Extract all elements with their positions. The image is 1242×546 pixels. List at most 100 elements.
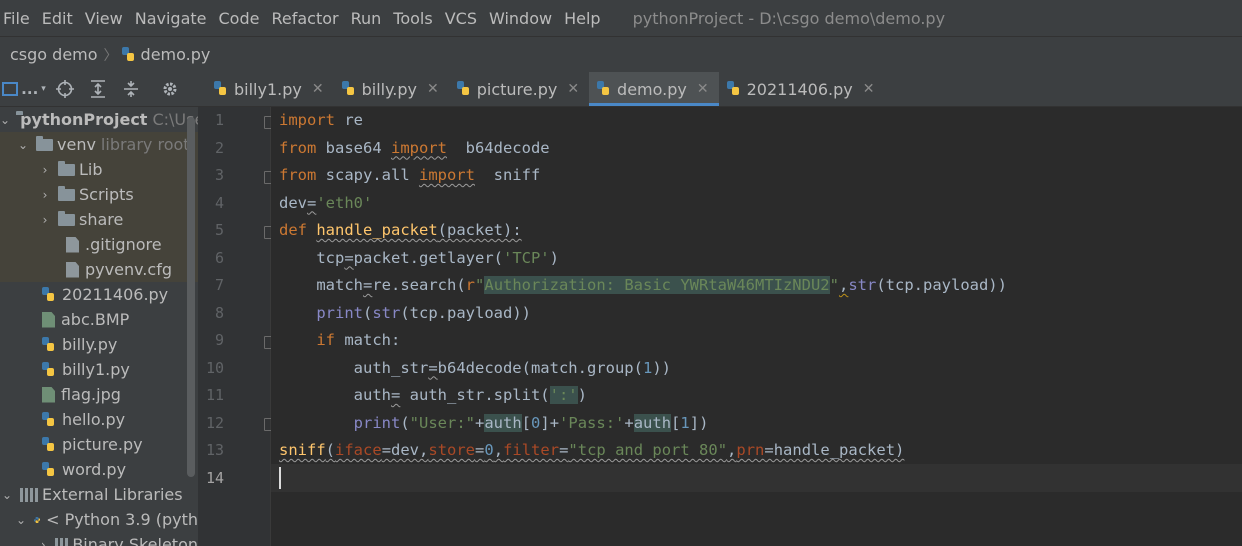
tree-item-label: picture.py [62,435,143,454]
tree-root[interactable]: ⌄ pythonProject C:\Use [0,107,198,132]
code-line-10[interactable]: auth_str=b64decode(match.group(1)) [279,355,671,383]
close-icon[interactable]: ✕ [863,81,875,97]
close-icon[interactable]: ✕ [427,81,439,97]
code-line-6[interactable]: tcp=packet.getlayer('TCP') [279,245,559,273]
python-file-icon [42,286,54,301]
tree-item-scripts[interactable]: › Scripts [0,182,198,207]
line-number: 8 [214,303,224,322]
menu-tools[interactable]: Tools [389,9,440,28]
tree-item-label: pyvenv.cfg [85,260,172,279]
project-scrollbar[interactable] [187,117,195,477]
line-number: 4 [214,193,224,212]
breadcrumb-file[interactable]: demo.py [118,45,211,64]
tree-item-word[interactable]: word.py [0,457,198,482]
menu-run[interactable]: Run [347,9,390,28]
gear-icon[interactable] [153,72,186,106]
ignored-file-icon [66,236,79,253]
chevron-down-icon: ⌄ [0,112,11,127]
menu-window[interactable]: Window [485,9,560,28]
breadcrumb-file-label: demo.py [140,45,211,64]
tree-python-sdk[interactable]: ⌄ < Python 3.9 (pyth [0,507,198,532]
tree-item-billy[interactable]: billy.py [0,332,198,357]
tree-item-flag[interactable]: flag.jpg [0,382,198,407]
python-icon [34,516,41,523]
code-line-4[interactable]: dev='eth0' [279,190,372,218]
folder-icon [58,160,75,176]
line-number: 2 [214,138,224,157]
line-number: 5 [214,221,224,239]
line-number: 7 [214,276,224,294]
tree-item-label: Lib [79,160,103,179]
breadcrumb: csgo demo 〉 demo.py [0,36,1242,73]
tree-item-billy1[interactable]: billy1.py [0,357,198,382]
code-line-12[interactable]: print("User:"+auth[0]+'Pass:'+auth[1]) [279,410,708,438]
tree-item-label: abc.BMP [61,310,130,329]
code-line-9[interactable]: if match: [279,327,400,355]
code-editor[interactable]: import re from base64 import b64decode f… [271,107,1242,546]
expand-all-icon[interactable] [81,72,114,106]
tree-binary-skeletons[interactable]: › Binary Skeleton [0,532,198,546]
menu-refactor[interactable]: Refactor [267,9,346,28]
crosshair-icon[interactable] [48,72,81,106]
code-line-1[interactable]: import re [279,107,363,135]
tab-label: picture.py [476,79,558,99]
python-file-icon [214,81,226,95]
breadcrumb-folder-label: csgo demo [10,45,98,64]
line-number: 14 [205,468,224,487]
menu-help[interactable]: Help [560,9,608,28]
tree-item-abc[interactable]: abc.BMP [0,307,198,332]
project-panel: ⌄ pythonProject C:\Use ⌄ venv library ro… [0,107,198,546]
line-number: 9 [214,331,224,349]
tab-billy[interactable]: billy.py ✕ [334,72,449,106]
python-file-icon [42,411,54,426]
tab-label: demo.py [617,79,687,99]
tree-item-label: hello.py [62,410,126,429]
code-line-2[interactable]: from base64 import b64decode [279,135,550,163]
folder-icon [58,185,75,201]
menu-bar: File Edit View Navigate Code Refactor Ru… [0,0,1242,36]
python-file-icon [42,461,54,476]
chevron-down-icon: ⌄ [16,512,27,527]
tree-item-label: word.py [62,460,127,479]
menu-view[interactable]: View [81,9,131,28]
tree-root-label: pythonProject [20,110,148,129]
code-line-13[interactable]: sniff(iface=dev,store=0,filter="tcp and … [279,437,904,465]
tree-external-libraries[interactable]: ⌄ External Libraries [0,482,198,507]
breadcrumb-folder[interactable]: csgo demo [0,45,98,64]
tab-20211406[interactable]: 20211406.py ✕ [719,72,885,106]
menu-navigate[interactable]: Navigate [131,9,215,28]
tree-item-20211406[interactable]: 20211406.py [0,282,198,307]
tree-item-label: .gitignore [85,235,162,254]
tree-item-lib[interactable]: › Lib [0,157,198,182]
code-line-8[interactable]: print(str(tcp.payload)) [279,300,531,328]
tab-label: billy.py [361,79,417,99]
code-line-5[interactable]: def handle_packet(packet): [279,217,522,245]
code-line-3[interactable]: from scapy.all import sniff [279,162,540,190]
tab-picture[interactable]: picture.py ✕ [449,72,589,106]
line-number: 10 [205,358,224,377]
python-file-icon [456,81,469,95]
code-line-11[interactable]: auth= auth_str.split(':') [279,382,587,410]
view-mode-dropdown[interactable]: ... ▾ [0,72,48,106]
tree-item-hello[interactable]: hello.py [0,407,198,432]
line-number: 11 [205,386,224,404]
menu-edit[interactable]: Edit [38,9,81,28]
close-icon[interactable]: ✕ [567,81,579,97]
collapse-all-icon[interactable] [114,72,147,106]
tab-demo[interactable]: demo.py ✕ [589,72,719,106]
tree-item-pyvenv[interactable]: pyvenv.cfg [0,257,198,282]
tree-item-gitignore[interactable]: .gitignore [0,232,198,257]
close-icon[interactable]: ✕ [312,81,324,97]
tree-venv[interactable]: ⌄ venv library root [0,132,198,157]
close-icon[interactable]: ✕ [697,81,709,97]
config-file-icon [66,261,79,278]
folder-icon [36,135,53,151]
tree-item-picture[interactable]: picture.py [0,432,198,457]
menu-vcs[interactable]: VCS [441,9,485,28]
tree-item-share[interactable]: › share [0,207,198,232]
chevron-right-icon: 〉 [103,47,118,64]
code-line-7[interactable]: match=re.search(r"Authorization: Basic Y… [279,272,1007,300]
menu-file[interactable]: File [0,9,38,28]
tab-billy1[interactable]: billy1.py ✕ [206,72,334,106]
menu-code[interactable]: Code [215,9,268,28]
